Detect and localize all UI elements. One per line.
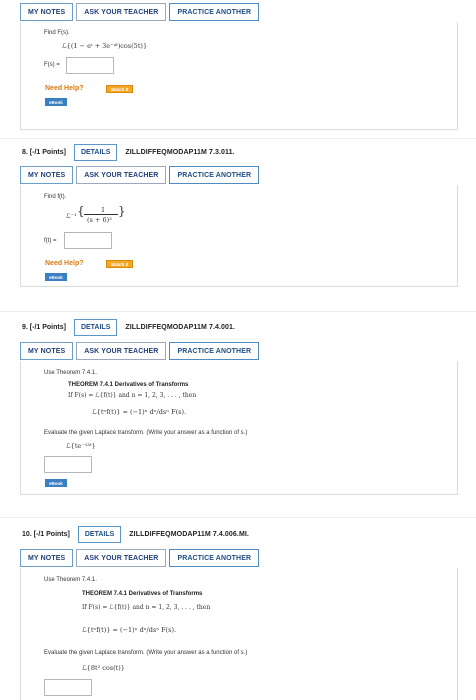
q9-formula: ℒ{tⁿf(t)} = (−1)ⁿ dⁿ/dsⁿ F(s).: [92, 408, 187, 416]
q8-ebook-button[interactable]: eBook: [45, 273, 67, 281]
q10-number: 10. [-/1 Points]: [22, 531, 70, 538]
ask-teacher-button[interactable]: ASK YOUR TEACHER: [76, 342, 167, 360]
q10-use-theorem: Use Theorem 7.4.1.: [44, 577, 97, 583]
q7-button-row: MY NOTES ASK YOUR TEACHER PRACTICE ANOTH…: [20, 3, 260, 21]
practice-another-button[interactable]: PRACTICE ANOTHER: [169, 342, 260, 360]
q8-answer-input[interactable]: [64, 232, 112, 249]
q9-id: ZILLDIFFEQMODAP11M 7.4.001.: [125, 324, 236, 331]
q10-separator: [0, 517, 476, 518]
my-notes-button[interactable]: MY NOTES: [20, 3, 74, 21]
q8-number: 8. [-/1 Points]: [22, 149, 66, 156]
q9-theorem-line: If F(s) = ℒ{f(t)} and n = 1, 2, 3, . . .…: [68, 392, 197, 399]
q8-watch-it-button[interactable]: Watch It: [106, 260, 134, 268]
q10-details-button[interactable]: DETAILS: [77, 526, 122, 543]
ask-teacher-button[interactable]: ASK YOUR TEACHER: [76, 166, 167, 184]
practice-another-button[interactable]: PRACTICE ANOTHER: [169, 3, 260, 21]
q8-denominator: (s + 6)³: [87, 216, 112, 224]
my-notes-button[interactable]: MY NOTES: [20, 342, 74, 360]
q9-evaluate: Evaluate the given Laplace transform. (W…: [44, 430, 248, 436]
q9-use-theorem: Use Theorem 7.4.1.: [44, 370, 97, 376]
q8-inverse-op: ℒ⁻¹: [66, 212, 77, 220]
q7-instruction: Find F(s).: [44, 30, 70, 36]
q9-expression: ℒ{te⁻¹³ᵗ}: [66, 442, 96, 450]
q8-button-row: MY NOTES ASK YOUR TEACHER PRACTICE ANOTH…: [20, 166, 260, 184]
q9-details-button[interactable]: DETAILS: [73, 319, 118, 336]
q7-answer-label: F(s) =: [44, 62, 60, 68]
practice-another-button[interactable]: PRACTICE ANOTHER: [169, 166, 260, 184]
q7-expression: ℒ{(1 − eᵗ + 3e⁻⁴ᵗ)cos(5t)}: [62, 42, 148, 50]
q8-header: 8. [-/1 Points] DETAILS ZILLDIFFEQMODAP1…: [22, 144, 235, 161]
q9-header: 9. [-/1 Points] DETAILS ZILLDIFFEQMODAP1…: [22, 319, 235, 336]
q8-answer-label: f(t) =: [44, 238, 57, 244]
q10-theorem-title: THEOREM 7.4.1 Derivatives of Transforms: [82, 591, 203, 597]
q9-theorem-title: THEOREM 7.4.1 Derivatives of Transforms: [68, 382, 189, 388]
ask-teacher-button[interactable]: ASK YOUR TEACHER: [76, 549, 167, 567]
q8-separator: [0, 138, 476, 139]
q7-answer-input[interactable]: [66, 57, 114, 74]
practice-another-button[interactable]: PRACTICE ANOTHER: [169, 549, 260, 567]
q10-button-row: MY NOTES ASK YOUR TEACHER PRACTICE ANOTH…: [20, 549, 260, 567]
my-notes-button[interactable]: MY NOTES: [20, 549, 74, 567]
q9-number: 9. [-/1 Points]: [22, 324, 66, 331]
q9-answer-input[interactable]: [44, 456, 92, 473]
q8-right-brace: }: [118, 204, 126, 218]
q7-ebook-button[interactable]: eBook: [45, 98, 67, 106]
ask-teacher-button[interactable]: ASK YOUR TEACHER: [76, 3, 167, 21]
q10-answer-input[interactable]: [44, 679, 92, 696]
q10-evaluate: Evaluate the given Laplace transform. (W…: [44, 650, 248, 656]
q9-separator: [0, 311, 476, 312]
q9-ebook-button[interactable]: eBook: [45, 479, 67, 487]
q8-numerator: 1: [101, 206, 106, 214]
q10-header: 10. [-/1 Points] DETAILS ZILLDIFFEQMODAP…: [22, 526, 249, 543]
q10-expression: ℒ{8t² cos(t)}: [82, 664, 125, 672]
q10-id: ZILLDIFFEQMODAP11M 7.4.006.MI.: [129, 531, 249, 538]
q8-left-brace: {: [77, 204, 85, 218]
my-notes-button[interactable]: MY NOTES: [20, 166, 74, 184]
q8-id: ZILLDIFFEQMODAP11M 7.3.011.: [125, 149, 235, 156]
q8-details-button[interactable]: DETAILS: [73, 144, 118, 161]
q8-fraction-bar: [84, 214, 118, 215]
q8-need-help: Need Help?: [45, 260, 84, 267]
q7-body: [20, 22, 458, 130]
q10-theorem-line: If F(s) = ℒ{f(t)} and n = 1, 2, 3, . . .…: [82, 604, 211, 611]
q10-formula: ℒ{tⁿf(t)} = (−1)ⁿ dⁿ/dsⁿ F(s).: [82, 626, 177, 634]
q8-instruction: Find f(t).: [44, 194, 67, 200]
q7-need-help: Need Help?: [45, 85, 84, 92]
q7-watch-it-button[interactable]: Watch It: [106, 85, 134, 93]
q9-button-row: MY NOTES ASK YOUR TEACHER PRACTICE ANOTH…: [20, 342, 260, 360]
